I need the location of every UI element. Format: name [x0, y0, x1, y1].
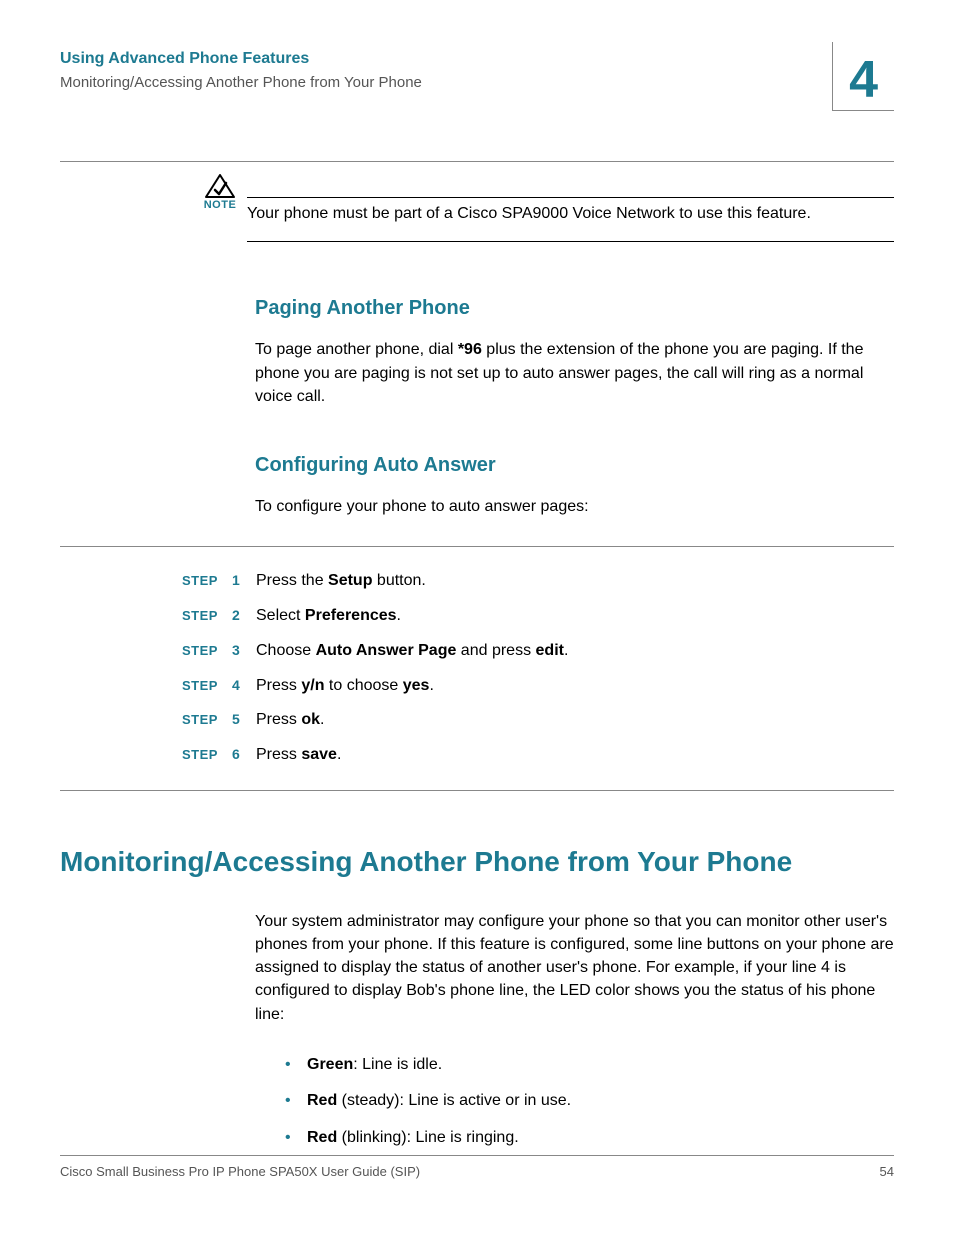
- header-title: Using Advanced Phone Features: [60, 50, 894, 68]
- note-icon: NOTE: [199, 173, 241, 211]
- note-label: NOTE: [199, 199, 241, 211]
- step-label: STEP: [182, 569, 232, 592]
- config-intro: To configure your phone to auto answer p…: [255, 495, 894, 518]
- heading-config: Configuring Auto Answer: [255, 454, 894, 477]
- page-header: Using Advanced Phone Features Monitoring…: [60, 50, 894, 162]
- step-number: 4: [232, 673, 256, 698]
- step-row: STEP5Press ok.: [182, 706, 894, 735]
- steps-block: STEP1Press the Setup button.STEP2Select …: [60, 546, 894, 791]
- monitoring-body: Your system administrator may configure …: [255, 910, 894, 1026]
- step-row: STEP4Press y/n to choose yes.: [182, 672, 894, 701]
- footer-left: Cisco Small Business Pro IP Phone SPA50X…: [60, 1164, 420, 1179]
- step-text: Press ok.: [256, 706, 324, 735]
- step-row: STEP6Press save.: [182, 741, 894, 770]
- step-text: Select Preferences.: [256, 602, 401, 631]
- step-label: STEP: [182, 674, 232, 697]
- list-item: Red (blinking): Line is ringing.: [285, 1127, 894, 1149]
- step-label: STEP: [182, 639, 232, 662]
- step-text: Press y/n to choose yes.: [256, 672, 434, 701]
- step-text: Press save.: [256, 741, 341, 770]
- step-label: STEP: [182, 604, 232, 627]
- step-number: 5: [232, 707, 256, 732]
- step-number: 6: [232, 742, 256, 767]
- note-block: NOTE Your phone must be part of a Cisco …: [255, 197, 894, 242]
- paging-body: To page another phone, dial *96 plus the…: [255, 338, 894, 408]
- step-label: STEP: [182, 743, 232, 766]
- step-number: 3: [232, 638, 256, 663]
- footer-page-number: 54: [880, 1164, 894, 1179]
- page-footer: Cisco Small Business Pro IP Phone SPA50X…: [60, 1155, 894, 1179]
- step-row: STEP3Choose Auto Answer Page and press e…: [182, 637, 894, 666]
- heading-monitoring: Monitoring/Accessing Another Phone from …: [60, 846, 894, 878]
- list-item: Green: Line is idle.: [285, 1054, 894, 1076]
- step-label: STEP: [182, 708, 232, 731]
- bullet-list: Green: Line is idle. Red (steady): Line i…: [285, 1054, 894, 1149]
- chapter-number: 4: [832, 42, 894, 111]
- header-subtitle: Monitoring/Accessing Another Phone from …: [60, 74, 894, 91]
- step-number: 1: [232, 568, 256, 593]
- step-row: STEP1Press the Setup button.: [182, 567, 894, 596]
- step-row: STEP2Select Preferences.: [182, 602, 894, 631]
- list-item: Red (steady): Line is active or in use.: [285, 1090, 894, 1112]
- note-text: Your phone must be part of a Cisco SPA90…: [247, 203, 894, 242]
- step-number: 2: [232, 603, 256, 628]
- heading-paging: Paging Another Phone: [255, 297, 894, 320]
- step-text: Choose Auto Answer Page and press edit.: [256, 637, 568, 666]
- step-text: Press the Setup button.: [256, 567, 426, 596]
